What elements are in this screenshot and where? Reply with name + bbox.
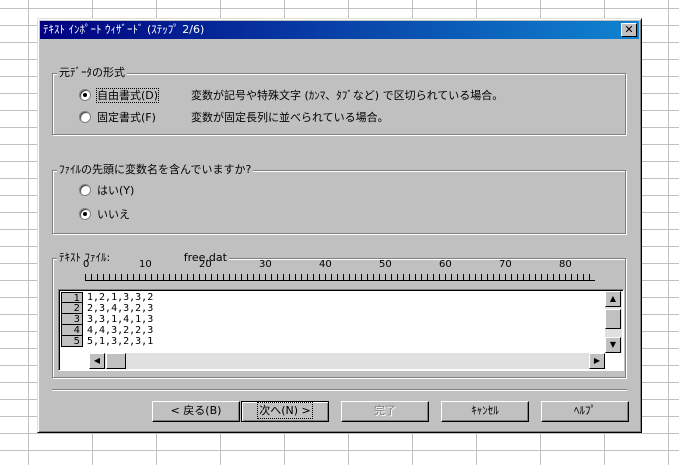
back-button[interactable]: < 戻る(B) xyxy=(152,401,240,422)
vertical-scroll-thumb[interactable] xyxy=(605,309,621,329)
radio-delimited-label[interactable]: 自由書式(D) xyxy=(95,88,160,103)
scroll-up-icon[interactable]: ▲ xyxy=(605,291,621,307)
scroll-right-icon[interactable]: ▶ xyxy=(589,353,605,369)
line-number: 1 xyxy=(61,292,83,304)
ruler-ticks xyxy=(85,274,595,281)
preview-line: 4,4,3,2,2,3 xyxy=(87,325,154,336)
line-number: 5 xyxy=(61,336,83,347)
column-ruler: 0 10 20 30 40 50 60 70 80 xyxy=(83,259,595,285)
header-group: ﾌｧｲﾙの先頭に変数名を含んでいますか? はい(Y) いいえ xyxy=(52,163,626,234)
radio-yes[interactable]: はい(Y) xyxy=(79,183,134,199)
next-button-label: 次へ(N) > xyxy=(257,402,313,419)
radio-yes-icon[interactable] xyxy=(79,184,91,196)
radio-yes-label[interactable]: はい(Y) xyxy=(97,184,134,197)
radio-fixed[interactable]: 固定書式(F) xyxy=(79,110,156,126)
preview-line: 5,1,3,2,3,1 xyxy=(87,336,154,347)
ruler-tick-label: 20 xyxy=(199,259,212,270)
back-button-label: < 戻る(B) xyxy=(170,404,222,417)
scroll-down-icon[interactable]: ▼ xyxy=(605,337,621,353)
radio-no-label[interactable]: いいえ xyxy=(97,208,130,221)
preview-line: 3,3,1,4,1,3 xyxy=(87,314,154,325)
file-preview[interactable]: 1 2 3 4 5 1,2,1,3,3,2 2,3,4,3,2,3 3,3,1,… xyxy=(58,289,624,371)
button-separator xyxy=(52,389,627,391)
scroll-left-icon[interactable]: ◀ xyxy=(89,353,105,369)
cancel-button-label: ｷｬﾝｾﾙ xyxy=(471,404,499,417)
help-button[interactable]: ﾍﾙﾌﾟ xyxy=(541,401,629,422)
preview-line: 1,2,1,3,3,2 xyxy=(87,292,154,303)
ruler-tick-label: 0 xyxy=(83,259,90,270)
fixed-description: 変数が固定長列に並べられている場合。 xyxy=(191,111,389,124)
line-number: 3 xyxy=(61,314,83,325)
next-button[interactable]: 次へ(N) > xyxy=(241,401,329,422)
ruler-tick-label: 80 xyxy=(559,259,572,270)
ruler-tick-label: 10 xyxy=(139,259,152,270)
radio-no-icon[interactable] xyxy=(79,208,91,220)
close-icon[interactable]: ✕ xyxy=(621,23,637,37)
ruler-tick-label: 40 xyxy=(319,259,332,270)
horizontal-scroll-thumb[interactable] xyxy=(106,353,126,369)
radio-fixed-icon[interactable] xyxy=(79,111,91,123)
line-number-column: 1 2 3 4 5 xyxy=(59,292,83,347)
preview-lines: 1,2,1,3,3,2 2,3,4,3,2,3 3,3,1,4,1,3 4,4,… xyxy=(87,292,153,347)
preview-line: 2,3,4,3,2,3 xyxy=(87,303,154,314)
text-import-wizard-dialog: ﾃｷｽﾄ ｲﾝﾎﾟｰﾄ ｳｨｻﾞｰﾄﾞ (ｽﾃｯﾌﾟ 2/6) ✕ 元ﾃﾞｰﾀの… xyxy=(37,18,642,433)
radio-delimited-icon[interactable] xyxy=(79,89,91,101)
finish-button: 完了 xyxy=(341,401,429,422)
line-number: 2 xyxy=(61,303,83,314)
ruler-tick-label: 60 xyxy=(439,259,452,270)
line-number: 4 xyxy=(61,325,83,336)
format-group-legend: 元ﾃﾞｰﾀの形式 xyxy=(57,66,127,80)
horizontal-scrollbar[interactable]: ◀ ▶ xyxy=(89,353,605,369)
vertical-scrollbar[interactable]: ▲ ▼ xyxy=(605,291,622,353)
cancel-button[interactable]: ｷｬﾝｾﾙ xyxy=(441,401,529,422)
finish-button-label: 完了 xyxy=(374,404,396,417)
radio-delimited[interactable]: 自由書式(D) xyxy=(79,88,160,104)
format-group: 元ﾃﾞｰﾀの形式 自由書式(D) 変数が記号や特殊文字 (ｶﾝﾏ、ﾀﾌﾞなど) … xyxy=(52,66,626,135)
header-group-legend: ﾌｧｲﾙの先頭に変数名を含んでいますか? xyxy=(57,163,254,177)
title-bar[interactable]: ﾃｷｽﾄ ｲﾝﾎﾟｰﾄ ｳｨｻﾞｰﾄﾞ (ｽﾃｯﾌﾟ 2/6) ✕ xyxy=(40,21,639,39)
radio-fixed-label[interactable]: 固定書式(F) xyxy=(97,111,156,124)
help-button-label: ﾍﾙﾌﾟ xyxy=(574,404,596,417)
ruler-tick-label: 70 xyxy=(499,259,512,270)
ruler-tick-label: 30 xyxy=(259,259,272,270)
radio-no[interactable]: いいえ xyxy=(79,207,130,223)
dialog-title: ﾃｷｽﾄ ｲﾝﾎﾟｰﾄ ｳｨｻﾞｰﾄﾞ (ｽﾃｯﾌﾟ 2/6) xyxy=(43,23,205,36)
delimited-description: 変数が記号や特殊文字 (ｶﾝﾏ、ﾀﾌﾞなど) で区切られている場合。 xyxy=(191,89,504,102)
ruler-tick-label: 50 xyxy=(379,259,392,270)
